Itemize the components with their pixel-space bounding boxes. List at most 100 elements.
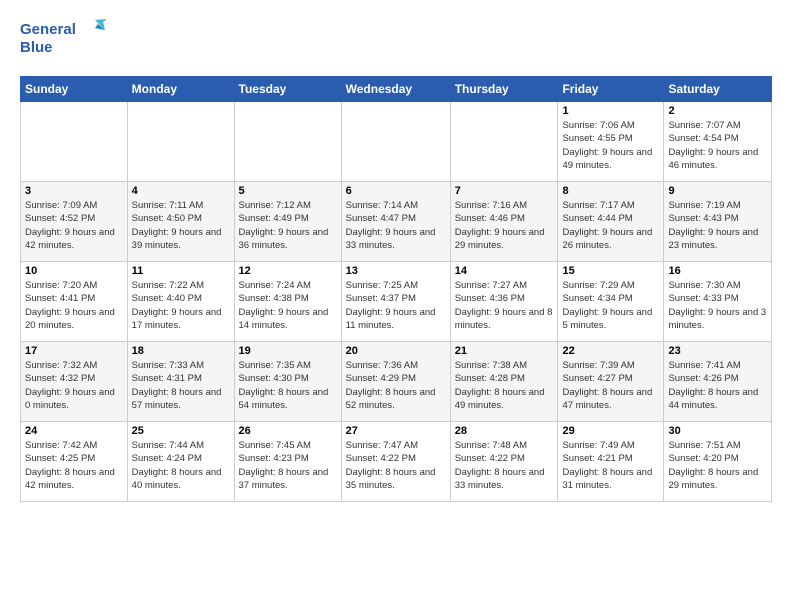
- day-number: 18: [132, 345, 230, 357]
- day-info: Sunrise: 7:25 AM Sunset: 4:37 PM Dayligh…: [346, 279, 446, 332]
- calendar-cell: 9Sunrise: 7:19 AM Sunset: 4:43 PM Daylig…: [664, 182, 772, 262]
- day-number: 17: [25, 345, 123, 357]
- day-info: Sunrise: 7:12 AM Sunset: 4:49 PM Dayligh…: [239, 199, 337, 252]
- col-header-monday: Monday: [127, 77, 234, 102]
- svg-text:General: General: [20, 21, 76, 38]
- day-number: 8: [562, 185, 659, 197]
- day-info: Sunrise: 7:07 AM Sunset: 4:54 PM Dayligh…: [668, 119, 767, 172]
- calendar-cell: 13 Sunrise: 7:25 AM Sunset: 4:37 PM Dayli…: [341, 262, 450, 342]
- page-container: General Blue SundayMondayTuesdayWednesda…: [0, 0, 792, 512]
- day-info: Sunrise: 7:42 AM Sunset: 4:25 PM Dayligh…: [25, 439, 123, 492]
- day-info: Sunrise: 7:09 AM Sunset: 4:52 PM Dayligh…: [25, 199, 123, 252]
- calendar-cell: [234, 102, 341, 182]
- calendar-cell: 23Sunrise: 7:41 AM Sunset: 4:26 PM Dayli…: [664, 342, 772, 422]
- calendar-cell: 28 Sunrise: 7:48 AM Sunset: 4:22 PM Dayli…: [450, 422, 558, 502]
- day-number: 2: [668, 105, 767, 117]
- day-number: 23: [668, 345, 767, 357]
- calendar-cell: 11 Sunrise: 7:22 AM Sunset: 4:40 PM Dayli…: [127, 262, 234, 342]
- calendar-cell: 1 Sunrise: 7:06 AM Sunset: 4:55 PM Daylig…: [558, 102, 664, 182]
- calendar-cell: 8 Sunrise: 7:17 AM Sunset: 4:44 PM Daylig…: [558, 182, 664, 262]
- day-number: 19: [239, 345, 337, 357]
- calendar-cell: 4 Sunrise: 7:11 AM Sunset: 4:50 PM Daylig…: [127, 182, 234, 262]
- day-number: 21: [455, 345, 554, 357]
- day-number: 13: [346, 265, 446, 277]
- day-info: Sunrise: 7:36 AM Sunset: 4:29 PM Dayligh…: [346, 359, 446, 412]
- day-number: 5: [239, 185, 337, 197]
- day-number: 30: [668, 425, 767, 437]
- day-info: Sunrise: 7:39 AM Sunset: 4:27 PM Dayligh…: [562, 359, 659, 412]
- day-number: 22: [562, 345, 659, 357]
- day-number: 1: [562, 105, 659, 117]
- day-number: 28: [455, 425, 554, 437]
- calendar-cell: 20 Sunrise: 7:36 AM Sunset: 4:29 PM Dayli…: [341, 342, 450, 422]
- day-number: 27: [346, 425, 446, 437]
- svg-text:Blue: Blue: [20, 39, 53, 56]
- day-info: Sunrise: 7:35 AM Sunset: 4:30 PM Dayligh…: [239, 359, 337, 412]
- col-header-saturday: Saturday: [664, 77, 772, 102]
- calendar-cell: 29Sunrise: 7:49 AM Sunset: 4:21 PM Dayli…: [558, 422, 664, 502]
- day-info: Sunrise: 7:48 AM Sunset: 4:22 PM Dayligh…: [455, 439, 554, 492]
- header: General Blue: [20, 16, 772, 66]
- calendar-week-row: 17Sunrise: 7:32 AM Sunset: 4:32 PM Dayli…: [21, 342, 772, 422]
- calendar-header-row: SundayMondayTuesdayWednesdayThursdayFrid…: [21, 77, 772, 102]
- calendar-week-row: 3 Sunrise: 7:09 AM Sunset: 4:52 PM Daylig…: [21, 182, 772, 262]
- day-info: Sunrise: 7:16 AM Sunset: 4:46 PM Dayligh…: [455, 199, 554, 252]
- calendar-cell: 24 Sunrise: 7:42 AM Sunset: 4:25 PM Dayli…: [21, 422, 128, 502]
- day-info: Sunrise: 7:33 AM Sunset: 4:31 PM Dayligh…: [132, 359, 230, 412]
- day-info: Sunrise: 7:14 AM Sunset: 4:47 PM Dayligh…: [346, 199, 446, 252]
- calendar-cell: 10 Sunrise: 7:20 AM Sunset: 4:41 PM Dayli…: [21, 262, 128, 342]
- calendar-cell: 12Sunrise: 7:24 AM Sunset: 4:38 PM Dayli…: [234, 262, 341, 342]
- calendar-cell: 2 Sunrise: 7:07 AM Sunset: 4:54 PM Daylig…: [664, 102, 772, 182]
- day-info: Sunrise: 7:49 AM Sunset: 4:21 PM Dayligh…: [562, 439, 659, 492]
- calendar-cell: 25Sunrise: 7:44 AM Sunset: 4:24 PM Dayli…: [127, 422, 234, 502]
- calendar-cell: 15 Sunrise: 7:29 AM Sunset: 4:34 PM Dayli…: [558, 262, 664, 342]
- day-number: 11: [132, 265, 230, 277]
- day-info: Sunrise: 7:38 AM Sunset: 4:28 PM Dayligh…: [455, 359, 554, 412]
- col-header-tuesday: Tuesday: [234, 77, 341, 102]
- calendar-cell: 16 Sunrise: 7:30 AM Sunset: 4:33 PM Dayli…: [664, 262, 772, 342]
- day-number: 3: [25, 185, 123, 197]
- day-info: Sunrise: 7:19 AM Sunset: 4:43 PM Dayligh…: [668, 199, 767, 252]
- day-number: 6: [346, 185, 446, 197]
- day-number: 16: [668, 265, 767, 277]
- day-info: Sunrise: 7:51 AM Sunset: 4:20 PM Dayligh…: [668, 439, 767, 492]
- calendar-week-row: 24 Sunrise: 7:42 AM Sunset: 4:25 PM Dayli…: [21, 422, 772, 502]
- day-info: Sunrise: 7:06 AM Sunset: 4:55 PM Dayligh…: [562, 119, 659, 172]
- calendar-cell: [341, 102, 450, 182]
- day-number: 10: [25, 265, 123, 277]
- day-info: Sunrise: 7:30 AM Sunset: 4:33 PM Dayligh…: [668, 279, 767, 332]
- col-header-thursday: Thursday: [450, 77, 558, 102]
- col-header-wednesday: Wednesday: [341, 77, 450, 102]
- day-number: 20: [346, 345, 446, 357]
- day-info: Sunrise: 7:11 AM Sunset: 4:50 PM Dayligh…: [132, 199, 230, 252]
- calendar-week-row: 1 Sunrise: 7:06 AM Sunset: 4:55 PM Daylig…: [21, 102, 772, 182]
- calendar-cell: 14 Sunrise: 7:27 AM Sunset: 4:36 PM Dayli…: [450, 262, 558, 342]
- col-header-friday: Friday: [558, 77, 664, 102]
- day-number: 4: [132, 185, 230, 197]
- calendar-week-row: 10 Sunrise: 7:20 AM Sunset: 4:41 PM Dayli…: [21, 262, 772, 342]
- calendar-cell: 26Sunrise: 7:45 AM Sunset: 4:23 PM Dayli…: [234, 422, 341, 502]
- col-header-sunday: Sunday: [21, 77, 128, 102]
- calendar-cell: 30 Sunrise: 7:51 AM Sunset: 4:20 PM Dayli…: [664, 422, 772, 502]
- calendar-cell: 22 Sunrise: 7:39 AM Sunset: 4:27 PM Dayli…: [558, 342, 664, 422]
- day-info: Sunrise: 7:17 AM Sunset: 4:44 PM Dayligh…: [562, 199, 659, 252]
- calendar-cell: 5 Sunrise: 7:12 AM Sunset: 4:49 PM Daylig…: [234, 182, 341, 262]
- calendar-cell: [450, 102, 558, 182]
- calendar-cell: 6 Sunrise: 7:14 AM Sunset: 4:47 PM Daylig…: [341, 182, 450, 262]
- calendar-cell: 3 Sunrise: 7:09 AM Sunset: 4:52 PM Daylig…: [21, 182, 128, 262]
- day-number: 14: [455, 265, 554, 277]
- logo-svg: General Blue: [20, 16, 110, 66]
- day-info: Sunrise: 7:20 AM Sunset: 4:41 PM Dayligh…: [25, 279, 123, 332]
- day-number: 26: [239, 425, 337, 437]
- day-number: 12: [239, 265, 337, 277]
- day-info: Sunrise: 7:27 AM Sunset: 4:36 PM Dayligh…: [455, 279, 554, 332]
- day-info: Sunrise: 7:22 AM Sunset: 4:40 PM Dayligh…: [132, 279, 230, 332]
- calendar-cell: 21 Sunrise: 7:38 AM Sunset: 4:28 PM Dayli…: [450, 342, 558, 422]
- day-info: Sunrise: 7:47 AM Sunset: 4:22 PM Dayligh…: [346, 439, 446, 492]
- day-number: 15: [562, 265, 659, 277]
- day-number: 24: [25, 425, 123, 437]
- day-number: 7: [455, 185, 554, 197]
- calendar-table: SundayMondayTuesdayWednesdayThursdayFrid…: [20, 76, 772, 502]
- calendar-cell: [21, 102, 128, 182]
- day-info: Sunrise: 7:29 AM Sunset: 4:34 PM Dayligh…: [562, 279, 659, 332]
